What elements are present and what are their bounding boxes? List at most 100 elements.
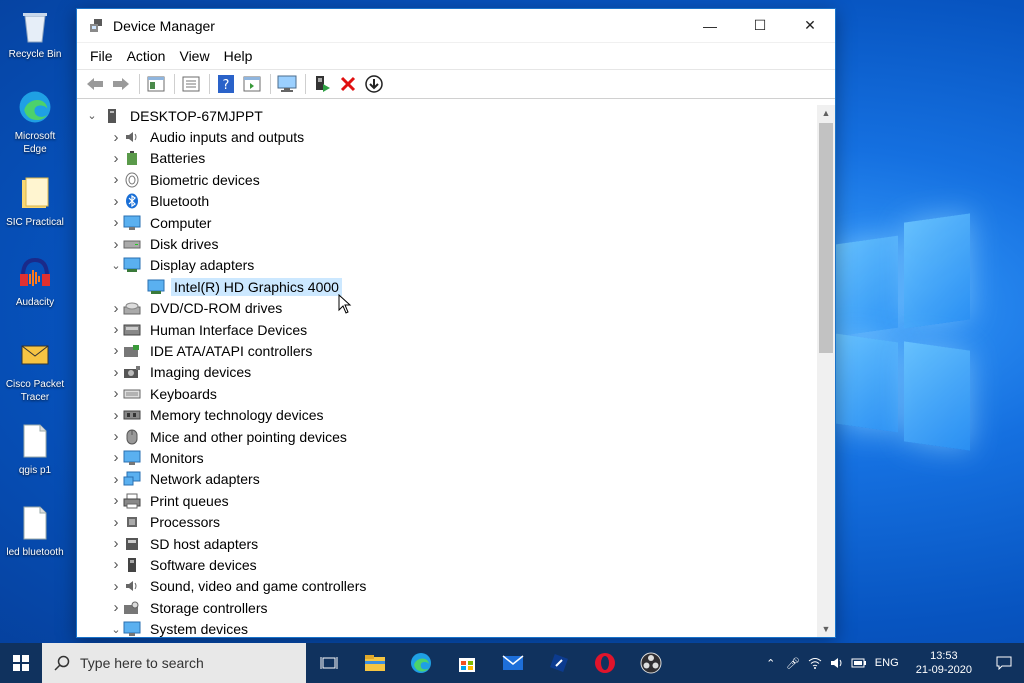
mail-button[interactable] (490, 643, 536, 683)
tree-root[interactable]: ⌄ DESKTOP-67MJPPT (77, 105, 817, 126)
collapse-chevron-icon[interactable]: ⌄ (85, 109, 99, 122)
tree-item-network-adapters[interactable]: › Network adapters (77, 469, 817, 490)
expand-chevron-icon[interactable]: › (109, 471, 123, 488)
scroll-thumb[interactable] (819, 123, 833, 353)
expand-chevron-icon[interactable]: › (109, 428, 123, 445)
tree-item-system-devices[interactable]: ⌄ System devices (77, 618, 817, 637)
action-pane-button[interactable] (240, 72, 264, 96)
tree-item-computer[interactable]: › Computer (77, 212, 817, 233)
tree-item-monitors[interactable]: › Monitors (77, 447, 817, 468)
menu-action[interactable]: Action (120, 48, 173, 64)
tree-item-software-devices[interactable]: › Software devices (77, 554, 817, 575)
expand-chevron-icon[interactable]: › (109, 214, 123, 231)
expand-chevron-icon[interactable]: › (109, 129, 123, 146)
volume-icon[interactable] (826, 657, 848, 669)
expand-chevron-icon[interactable]: › (109, 193, 123, 210)
task-view-button[interactable] (306, 643, 352, 683)
tree-item-sd-host-adapters[interactable]: › SD host adapters (77, 533, 817, 554)
collapse-chevron-icon[interactable]: ⌄ (109, 259, 123, 272)
title-bar[interactable]: Device Manager — ☐ ✕ (77, 9, 835, 43)
expand-chevron-icon[interactable]: › (109, 342, 123, 359)
scroll-down-icon[interactable]: ▼ (817, 621, 835, 637)
expand-chevron-icon[interactable]: › (109, 492, 123, 509)
properties-button[interactable] (179, 72, 203, 96)
language-indicator[interactable]: ENG (870, 657, 904, 669)
enable-device-button[interactable] (362, 72, 386, 96)
tree-item-dvd-cd-rom-drives[interactable]: › DVD/CD-ROM drives (77, 298, 817, 319)
toolbar-separator (305, 74, 306, 94)
desktop-icon-microsoft-edge[interactable]: Microsoft Edge (2, 90, 68, 156)
desktop-icon-led-bluetooth[interactable]: led bluetooth (2, 506, 68, 559)
desktop-icon-recycle-bin[interactable]: Recycle Bin (2, 8, 68, 61)
maximize-button[interactable]: ☐ (735, 9, 785, 43)
desktop-icon-cisco-packet-tracer[interactable]: Cisco Packet Tracer (2, 338, 68, 404)
show-hide-console-tree-button[interactable] (144, 72, 168, 96)
tree-item-processors[interactable]: › Processors (77, 511, 817, 532)
tree-item-imaging-devices[interactable]: › Imaging devices (77, 362, 817, 383)
expand-chevron-icon[interactable]: › (109, 599, 123, 616)
expand-chevron-icon[interactable]: › (109, 578, 123, 595)
menu-view[interactable]: View (172, 48, 216, 64)
scroll-up-icon[interactable]: ▲ (817, 105, 835, 121)
menu-file[interactable]: File (83, 48, 120, 64)
start-button[interactable] (0, 643, 42, 683)
tree-item-biometric-devices[interactable]: › Biometric devices (77, 169, 817, 190)
update-driver-button[interactable] (310, 72, 334, 96)
tree-item-mice-and-other-pointing-devices[interactable]: › Mice and other pointing devices (77, 426, 817, 447)
system-tray: ⌃ 🎤︎ ENG 13:53 21-09-2020 (760, 643, 1024, 683)
tree-item-human-interface-devices[interactable]: › Human Interface Devices (77, 319, 817, 340)
tree-item-memory-technology-devices[interactable]: › Memory technology devices (77, 404, 817, 425)
expand-chevron-icon[interactable]: › (109, 321, 123, 338)
notification-center-icon[interactable] (984, 656, 1024, 670)
expand-chevron-icon[interactable]: › (109, 385, 123, 402)
expand-chevron-icon[interactable]: › (109, 407, 123, 424)
store-button[interactable] (444, 643, 490, 683)
tree-item-storage-controllers[interactable]: › Storage controllers (77, 597, 817, 618)
minimize-button[interactable]: — (685, 9, 735, 43)
collapse-chevron-icon[interactable]: ⌄ (109, 623, 123, 636)
help-button[interactable]: ? (214, 72, 238, 96)
tree-item-ide-ata-atapi-controllers[interactable]: › IDE ATA/ATAPI controllers (77, 340, 817, 361)
expand-chevron-icon[interactable]: › (109, 364, 123, 381)
expand-chevron-icon[interactable]: › (109, 236, 123, 253)
microphone-icon[interactable]: 🎤︎ (782, 657, 804, 670)
tree-item-bluetooth[interactable]: › Bluetooth (77, 191, 817, 212)
scan-hardware-button[interactable] (275, 72, 299, 96)
tree-item-batteries[interactable]: › Batteries (77, 148, 817, 169)
expand-chevron-icon[interactable]: › (109, 535, 123, 552)
tree-item-keyboards[interactable]: › Keyboards (77, 383, 817, 404)
forward-button[interactable] (109, 72, 133, 96)
chevron-up-icon[interactable]: ⌃ (760, 657, 782, 670)
desktop-icon-sic-practical[interactable]: SIC Practical (2, 176, 68, 229)
tree-item-intel-r-hd-graphics-4000[interactable]: Intel(R) HD Graphics 4000 (77, 276, 817, 297)
uninstall-device-button[interactable] (336, 72, 360, 96)
edge-taskbar-button[interactable] (398, 643, 444, 683)
tree-item-print-queues[interactable]: › Print queues (77, 490, 817, 511)
obs-button[interactable] (628, 643, 674, 683)
tree-item-display-adapters[interactable]: ⌄ Display adapters (77, 255, 817, 276)
file-explorer-button[interactable] (352, 643, 398, 683)
vertical-scrollbar[interactable]: ▲ ▼ (817, 105, 835, 637)
clock[interactable]: 13:53 21-09-2020 (904, 649, 984, 677)
taskbar-search-box[interactable]: Type here to search (42, 643, 306, 683)
expand-chevron-icon[interactable]: › (109, 171, 123, 188)
expand-chevron-icon[interactable]: › (109, 514, 123, 531)
wifi-icon[interactable] (804, 657, 826, 669)
back-button[interactable] (83, 72, 107, 96)
expand-chevron-icon[interactable]: › (109, 300, 123, 317)
opera-button[interactable] (582, 643, 628, 683)
desktop-icon-audacity[interactable]: Audacity (2, 256, 68, 309)
close-button[interactable]: ✕ (785, 9, 835, 43)
menu-help[interactable]: Help (217, 48, 260, 64)
expand-chevron-icon[interactable]: › (109, 150, 123, 167)
tree-item-sound-video-and-game-controllers[interactable]: › Sound, video and game controllers (77, 576, 817, 597)
tree-item-label: Audio inputs and outputs (150, 129, 305, 146)
tree-item-audio-inputs-and-outputs[interactable]: › Audio inputs and outputs (77, 126, 817, 147)
desktop-icon-qgis-p1[interactable]: qgis p1 (2, 424, 68, 477)
battery-tray-icon[interactable] (848, 658, 870, 668)
expand-chevron-icon[interactable]: › (109, 449, 123, 466)
expand-chevron-icon[interactable]: › (109, 556, 123, 573)
tree-item-disk-drives[interactable]: › Disk drives (77, 233, 817, 254)
pen-app-button[interactable] (536, 643, 582, 683)
properties-icon (182, 76, 200, 92)
